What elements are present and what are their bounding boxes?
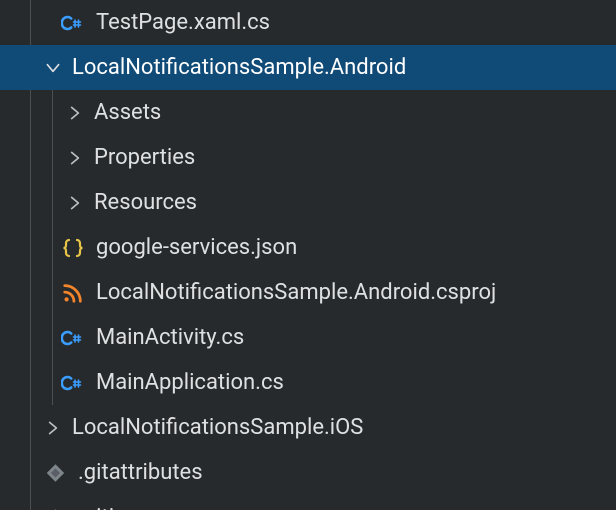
chevron-right-icon[interactable]	[64, 104, 86, 122]
chevron-right-icon[interactable]	[64, 194, 86, 212]
tree-item-main-activity[interactable]: MainActivity.cs	[0, 315, 616, 360]
tree-item-label: Assets	[94, 90, 161, 135]
cs-icon	[60, 371, 86, 395]
diamond-icon	[42, 507, 68, 510]
rss-icon	[60, 282, 86, 304]
diamond-icon	[42, 462, 68, 484]
cs-icon	[60, 326, 86, 350]
tree-item-label: Properties	[94, 135, 195, 180]
tree-item-android-project[interactable]: LocalNotificationsSample.Android	[0, 45, 616, 90]
tree-item-google-services[interactable]: google-services.json	[0, 225, 616, 270]
tree-item-testpage-xaml-cs[interactable]: TestPage.xaml.cs	[0, 0, 616, 45]
tree-item-label: LocalNotificationsSample.Android.csproj	[96, 270, 496, 315]
file-tree: TestPage.xaml.csLocalNotificationsSample…	[0, 0, 616, 510]
tree-item-android-csproj[interactable]: LocalNotificationsSample.Android.csproj	[0, 270, 616, 315]
json-icon	[60, 236, 86, 260]
tree-item-gitignore[interactable]: .gitignore	[0, 495, 616, 510]
tree-item-ios-project[interactable]: LocalNotificationsSample.iOS	[0, 405, 616, 450]
tree-item-resources[interactable]: Resources	[0, 180, 616, 225]
chevron-right-icon[interactable]	[42, 419, 64, 437]
tree-item-properties[interactable]: Properties	[0, 135, 616, 180]
tree-item-main-application[interactable]: MainApplication.cs	[0, 360, 616, 405]
tree-item-label: .gitignore	[78, 495, 170, 510]
indent-guide	[30, 0, 31, 45]
tree-item-assets[interactable]: Assets	[0, 90, 616, 135]
tree-item-gitattributes[interactable]: .gitattributes	[0, 450, 616, 495]
chevron-down-icon[interactable]	[42, 59, 64, 77]
tree-item-label: MainApplication.cs	[96, 360, 284, 405]
tree-item-label: Resources	[94, 180, 197, 225]
tree-item-label: LocalNotificationsSample.Android	[72, 45, 406, 90]
tree-item-label: LocalNotificationsSample.iOS	[72, 405, 363, 450]
indent-guide	[30, 90, 31, 510]
indent-guide	[52, 90, 53, 405]
cs-icon	[60, 11, 86, 35]
chevron-right-icon[interactable]	[64, 149, 86, 167]
tree-item-label: MainActivity.cs	[96, 315, 244, 360]
tree-item-label: .gitattributes	[78, 450, 203, 495]
tree-item-label: TestPage.xaml.cs	[96, 0, 270, 45]
tree-item-label: google-services.json	[96, 225, 297, 270]
